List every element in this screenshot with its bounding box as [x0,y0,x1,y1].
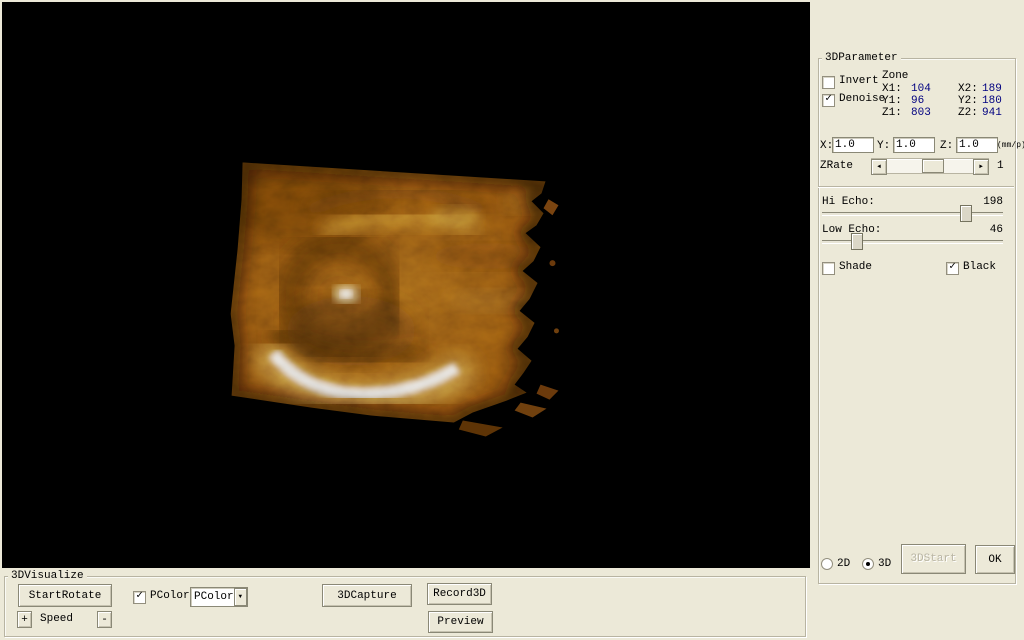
ok-button[interactable]: OK [975,545,1015,574]
speed-minus-button[interactable]: - [97,611,112,628]
zrate-scroll-left-button[interactable]: ◄ [871,159,887,175]
ultrasound-volume-render [230,162,559,437]
denoise-checkbox[interactable]: ✓ [822,94,835,107]
zrate-label: ZRate [820,160,854,172]
zone-x2-value: 189 [982,83,1002,95]
zone-z1-value: 803 [911,107,931,119]
chevron-down-icon[interactable]: ▼ [233,588,247,606]
zone-z2-label: Z2: [958,107,978,119]
divider [818,186,1014,188]
pcolor-checkbox[interactable]: ✓ [133,591,146,604]
zrate-scrollbar[interactable]: ◄ ► [871,158,989,175]
zone-x2-label: X2: [958,83,978,95]
speed-label: Speed [40,613,74,625]
zrate-value: 1 [997,160,1004,172]
low-echo-slider[interactable] [822,233,1003,250]
denoise-label: Denoise [839,93,886,105]
visualize-group-title: 3DVisualize [8,570,87,582]
check-icon: ✓ [949,261,956,273]
zrate-scroll-right-button[interactable]: ► [973,159,989,175]
scroll-right-icon: ► [979,163,983,170]
z-scale-field[interactable] [956,137,998,153]
invert-label: Invert [839,75,879,87]
zone-z2-value: 941 [982,107,1002,119]
bottom-panel: 3DVisualize StartRotate + Speed - ✓ PCol… [0,568,810,640]
hi-echo-slider-thumb[interactable] [959,205,972,222]
preview-button[interactable]: Preview [428,611,493,633]
black-checkbox[interactable]: ✓ [946,262,959,275]
y-scale-label: Y: [877,140,891,152]
mode-3d-radio[interactable] [862,558,874,570]
pcolor-label: PColor [150,590,190,602]
render-viewport[interactable] [2,2,810,568]
scale-unit-label: (mm/p) [997,141,1024,150]
start-rotate-button[interactable]: StartRotate [18,584,112,607]
x-scale-field[interactable] [832,137,874,153]
zone-y2-value: 180 [982,95,1002,107]
pcolor-dropdown[interactable]: PColor ▼ [190,587,248,607]
3dcapture-button[interactable]: 3DCapture [322,584,412,607]
shade-label: Shade [839,261,873,273]
low-echo-slider-thumb[interactable] [851,233,864,250]
mode-3d-label: 3D [878,558,892,570]
right-panel: 3DParameter ✓ Invert ✓ Denoise Zone X1: … [810,0,1024,640]
zone-y1-value: 96 [911,95,925,107]
shade-checkbox[interactable]: ✓ [822,262,835,275]
3dstart-button[interactable]: 3DStart [901,544,966,574]
hi-echo-slider-track [822,212,1003,216]
low-echo-slider-track [822,240,1003,244]
scroll-left-icon: ◄ [877,163,881,170]
check-icon: ✓ [136,590,143,602]
mode-2d-label: 2D [837,558,851,570]
zone-x1-value: 104 [911,83,931,95]
invert-checkbox[interactable]: ✓ [822,76,835,89]
z-scale-label: Z: [940,140,954,152]
black-label: Black [963,261,997,273]
zone-x1-label: X1: [882,83,902,95]
y-scale-field[interactable] [893,137,935,153]
parameter-group-title: 3DParameter [822,52,901,64]
mode-2d-radio[interactable] [821,558,833,570]
hi-echo-slider[interactable] [822,205,1003,222]
zone-title: Zone [882,70,909,82]
check-icon: ✓ [825,93,832,105]
zrate-scrollbar-thumb[interactable] [922,159,944,173]
ultrasound-3d-app: { "colors":{ "panel":"#ece9d8","viewport… [0,0,1024,640]
pcolor-dropdown-value: PColor [194,591,234,603]
zone-z1-label: Z1: [882,107,902,119]
zone-y1-label: Y1: [882,95,902,107]
record3d-button[interactable]: Record3D [427,583,492,605]
speed-plus-button[interactable]: + [17,611,32,628]
zone-y2-label: Y2: [958,95,978,107]
